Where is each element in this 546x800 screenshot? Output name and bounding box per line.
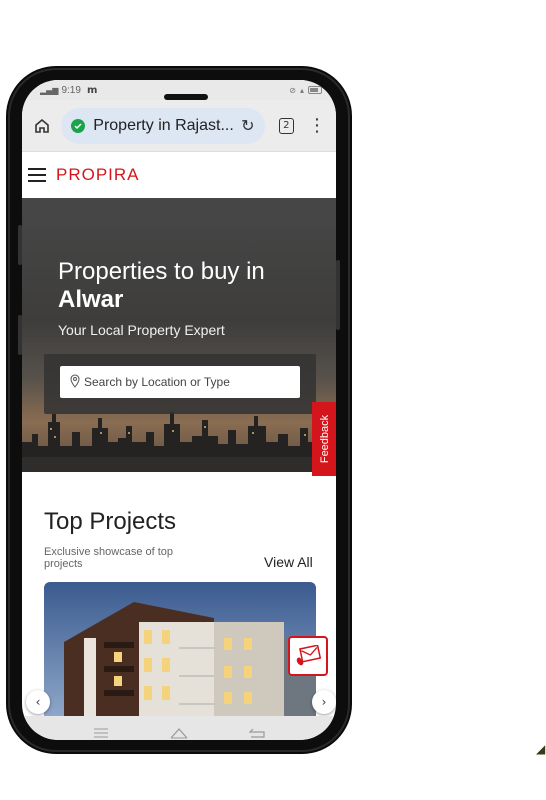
- carousel-next-button[interactable]: ›: [312, 690, 336, 714]
- mute-icon: ⊘: [289, 85, 296, 95]
- location-pin-icon: [70, 374, 80, 388]
- browser-toolbar: Property in Rajast... ↻ 2 ⋮: [22, 100, 336, 152]
- mail-notification: m: [86, 84, 98, 96]
- hero-banner: Properties to buy in Alwar Your Local Pr…: [22, 198, 336, 472]
- recent-apps-icon[interactable]: [91, 726, 111, 740]
- corner-mark: ◢: [536, 742, 546, 756]
- search-panel: [44, 354, 316, 414]
- shield-check-icon: [71, 118, 86, 133]
- hamburger-menu-icon[interactable]: [28, 168, 46, 182]
- phone-frame: ▂▄▆ 9:19 m ⊘ ▴ Property in Rajast... ↻ 2: [10, 70, 348, 750]
- page-title: Property in Rajast...: [93, 116, 234, 134]
- brand-logo[interactable]: PROPIRA: [56, 165, 140, 185]
- reload-icon[interactable]: ↻: [241, 116, 254, 135]
- system-nav-bar: [22, 716, 336, 740]
- feedback-tab[interactable]: Feedback: [312, 402, 336, 476]
- phone-screen: ▂▄▆ 9:19 m ⊘ ▴ Property in Rajast... ↻ 2: [22, 80, 336, 740]
- back-icon[interactable]: [247, 726, 267, 740]
- mail-phone-icon: [296, 645, 321, 666]
- volte-icon: ▴: [299, 85, 304, 95]
- hero-title: Properties to buy in Alwar: [58, 258, 265, 314]
- hero-city: Alwar: [58, 286, 124, 313]
- section-subtitle: Exclusive showcase of top projects: [44, 546, 174, 570]
- battery-icon: [308, 86, 322, 94]
- site-header: PROPIRA: [22, 152, 336, 198]
- contact-mail-button[interactable]: [288, 636, 328, 676]
- status-time: 9:19: [61, 84, 81, 96]
- status-icons: ⊘ ▴: [289, 86, 322, 95]
- more-vert-icon[interactable]: ⋮: [308, 116, 326, 135]
- search-input[interactable]: [60, 366, 300, 398]
- apartment-building-image: [44, 582, 316, 718]
- signal-icon: ▂▄▆: [40, 85, 59, 95]
- view-all-link[interactable]: View All: [264, 554, 313, 570]
- carousel-prev-button[interactable]: ‹: [26, 690, 50, 714]
- project-card-image[interactable]: [44, 582, 316, 718]
- home-icon[interactable]: [32, 116, 51, 136]
- home-nav-icon[interactable]: [169, 726, 189, 740]
- hero-subtitle: Your Local Property Expert: [58, 322, 225, 338]
- feedback-label: Feedback: [319, 414, 331, 464]
- address-bar[interactable]: Property in Rajast... ↻: [61, 107, 265, 144]
- section-title: Top Projects: [44, 508, 177, 535]
- side-button: [336, 260, 340, 330]
- tab-switcher-button[interactable]: 2: [278, 117, 294, 134]
- hero-title-line1: Properties to buy in: [58, 258, 265, 285]
